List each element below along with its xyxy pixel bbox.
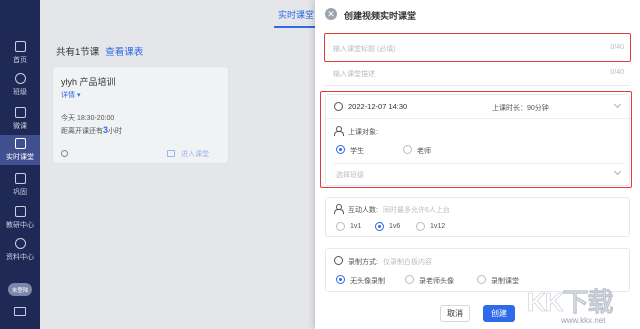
course-desc-placeholder: 输入课堂描述: [333, 71, 375, 78]
radio-1v12[interactable]: [416, 222, 425, 231]
interactive-hint: 同时最多允许6人上台: [383, 207, 450, 214]
sidebar-item-label: 教研中心: [6, 222, 34, 229]
sidebar-item-label: 首页: [13, 57, 27, 64]
sidebar-item-label: 资料中心: [6, 254, 34, 261]
course-detail-link[interactable]: 详情 ▾: [61, 90, 80, 100]
radio-record-class[interactable]: [477, 275, 486, 284]
library-icon: [14, 238, 26, 249]
highlight-box: [324, 33, 631, 62]
practice-icon: [14, 173, 26, 184]
course-count: 共有1节课: [56, 47, 100, 58]
course-time: 今天 18:30-20:00: [61, 115, 115, 122]
course-countdown: 距离开课还有3小时: [61, 125, 123, 135]
sidebar-item-microlesson[interactable]: 微课: [0, 104, 40, 134]
radio-no-avatar-label: 无头像录制: [350, 278, 385, 285]
watermark-url: www.kkx.net: [561, 316, 606, 325]
sidebar-item-practice[interactable]: 巩固: [0, 170, 40, 200]
create-button[interactable]: 创建: [483, 305, 515, 322]
sidebar-item-label: 实时课堂: [6, 154, 34, 161]
radio-1v6-label: 1v6: [389, 223, 401, 230]
users-icon: [14, 73, 26, 84]
location-icon: [61, 150, 68, 157]
page-heading: 共有1节课 查看课表: [56, 44, 143, 58]
highlight-box: [320, 91, 632, 188]
radio-record-class-label: 录制课堂: [491, 278, 519, 285]
course-desc-count: 0/40: [610, 69, 624, 76]
calendar-icon: [167, 150, 175, 157]
mail-icon[interactable]: [14, 307, 26, 316]
live-class-icon: [14, 138, 26, 149]
sidebar-item-library[interactable]: 资料中心: [0, 235, 40, 265]
sidebar-item-class[interactable]: 班级: [0, 70, 40, 100]
avatar[interactable]: 未登陆: [8, 283, 32, 296]
users-icon: [334, 204, 344, 214]
course-title: ylyh 产品培训: [61, 77, 116, 87]
radio-1v1[interactable]: [336, 222, 345, 231]
record-icon: [334, 256, 343, 265]
course-desc-input[interactable]: 输入课堂描述 0/40: [325, 62, 630, 86]
sidebar-item-label: 班级: [13, 89, 27, 96]
course-card[interactable]: ylyh 产品培训 详情 ▾ 今天 18:30-20:00 距离开课还有3小时 …: [52, 66, 229, 164]
create-class-dialog: ✕ 创建视频实时课堂 输入课堂标题 (必填) 0/40 输入课堂描述 0/40 …: [315, 0, 640, 329]
radio-teacher-avatar[interactable]: [405, 275, 414, 284]
interactive-section: 互动人数: 同时最多允许6人上台 1v1 1v6 1v12: [325, 197, 630, 237]
sidebar-item-label: 微课: [13, 123, 27, 130]
close-icon[interactable]: ✕: [325, 8, 337, 20]
sidebar: 首页 班级 微课 实时课堂 巩固 教研中心 资料中心 未登陆: [0, 0, 40, 329]
radio-teacher-avatar-label: 录老师头像: [419, 278, 454, 285]
video-icon: [14, 107, 26, 118]
sidebar-item-research[interactable]: 教研中心: [0, 203, 40, 233]
recording-label: 录制方式:: [348, 259, 378, 266]
sidebar-item-home[interactable]: 首页: [0, 38, 40, 68]
home-icon: [14, 41, 26, 52]
research-icon: [14, 206, 26, 217]
dialog-title: 创建视频实时课堂: [344, 11, 417, 21]
recording-hint: 仅录制白板内容: [383, 259, 432, 266]
cancel-button[interactable]: 取消: [440, 305, 470, 322]
tab-live-class[interactable]: 实时课堂: [278, 8, 314, 21]
caret-down-icon: ▾: [76, 92, 81, 99]
radio-no-avatar[interactable]: [336, 275, 345, 284]
radio-1v6[interactable]: [375, 222, 384, 231]
watermark: KK下载 www.kkx.net: [525, 282, 640, 329]
radio-1v1-label: 1v1: [350, 223, 362, 230]
sidebar-item-label: 巩固: [13, 189, 27, 196]
watermark-logo: KK下载: [527, 287, 614, 318]
interactive-label: 互动人数:: [348, 207, 378, 214]
enter-class-button[interactable]: 进入课堂: [181, 149, 209, 159]
radio-1v12-label: 1v12: [430, 223, 446, 230]
view-schedule-link[interactable]: 查看课表: [105, 47, 143, 58]
sidebar-item-live-class[interactable]: 实时课堂: [0, 135, 40, 165]
tab-indicator: [274, 26, 318, 28]
